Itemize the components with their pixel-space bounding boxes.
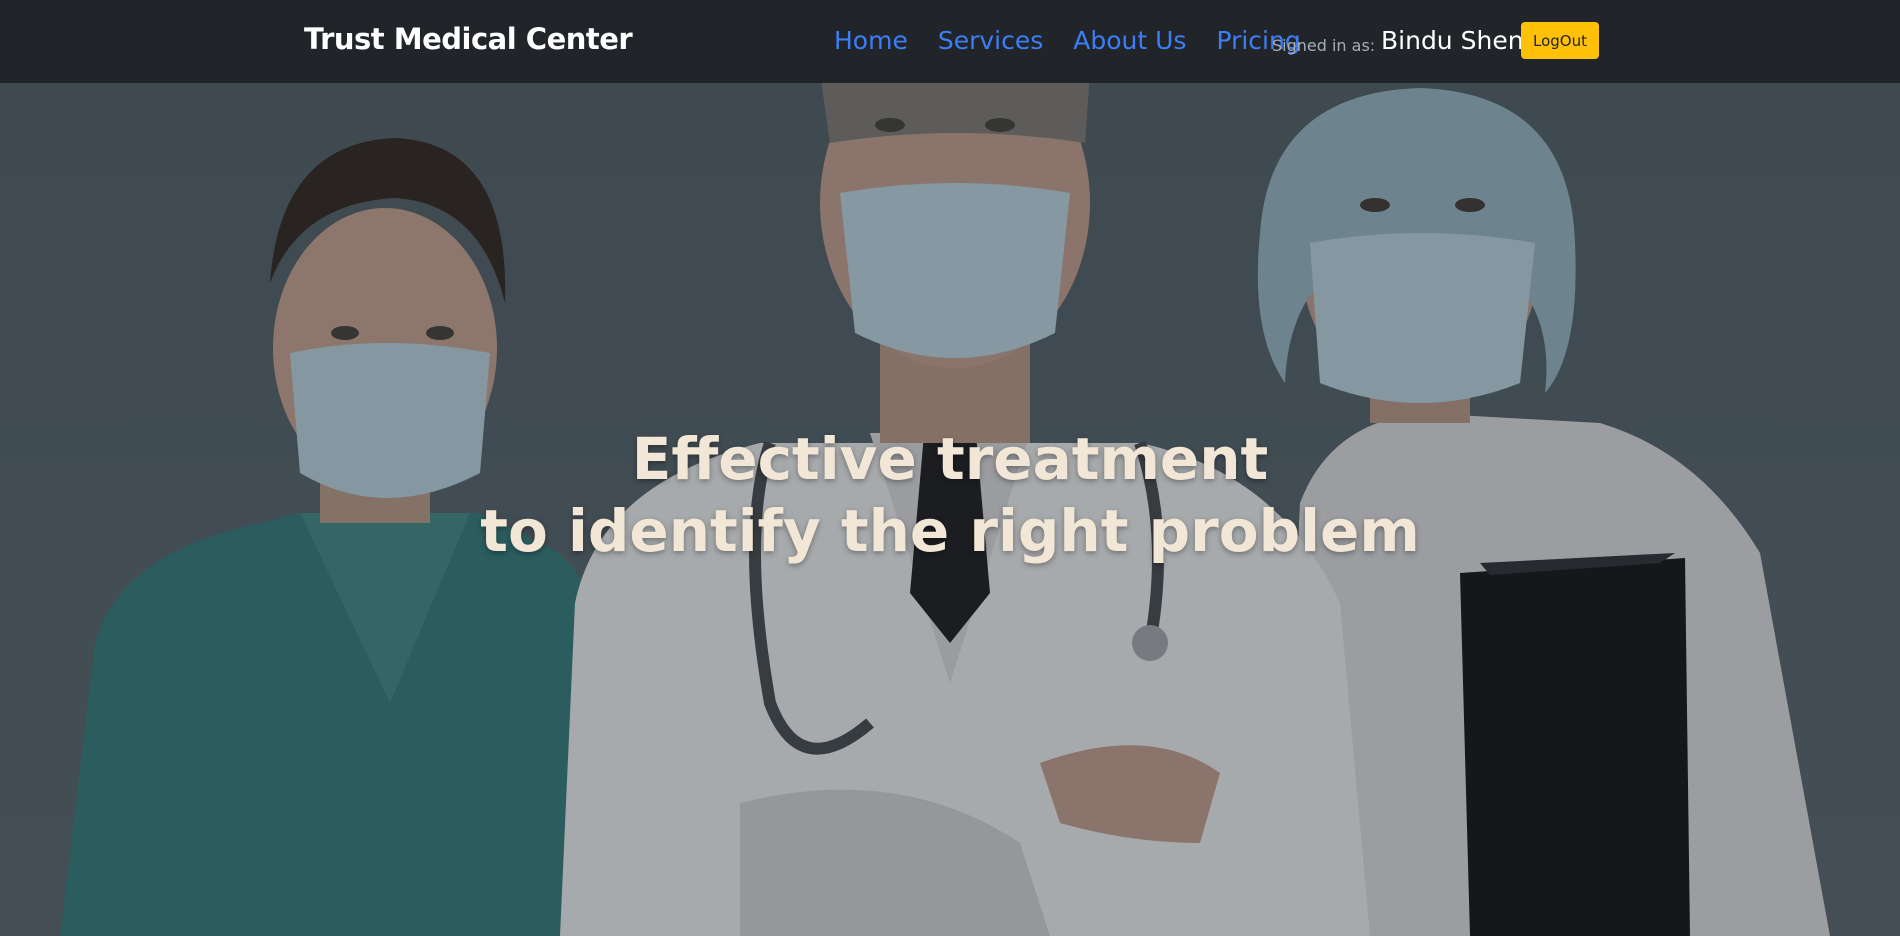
hero-headline-line1: Effective treatment [631,425,1269,493]
logout-button[interactable]: LogOut [1521,22,1599,59]
signed-in-label: Signed in as: [1272,36,1376,55]
user-name: Bindu Shen [1381,26,1524,55]
nav-links: Home Services About Us Pricing [834,26,1301,55]
nav-link-services[interactable]: Services [938,26,1043,55]
nav-link-about-us[interactable]: About Us [1073,26,1186,55]
hero-section: Effective treatment to identify the righ… [0,83,1900,936]
brand-logo-text[interactable]: Trust Medical Center [304,22,633,56]
hero-headline-line2: to identify the right problem [480,497,1420,565]
nav-link-home[interactable]: Home [834,26,908,55]
top-navbar: Trust Medical Center Home Services About… [0,0,1900,83]
